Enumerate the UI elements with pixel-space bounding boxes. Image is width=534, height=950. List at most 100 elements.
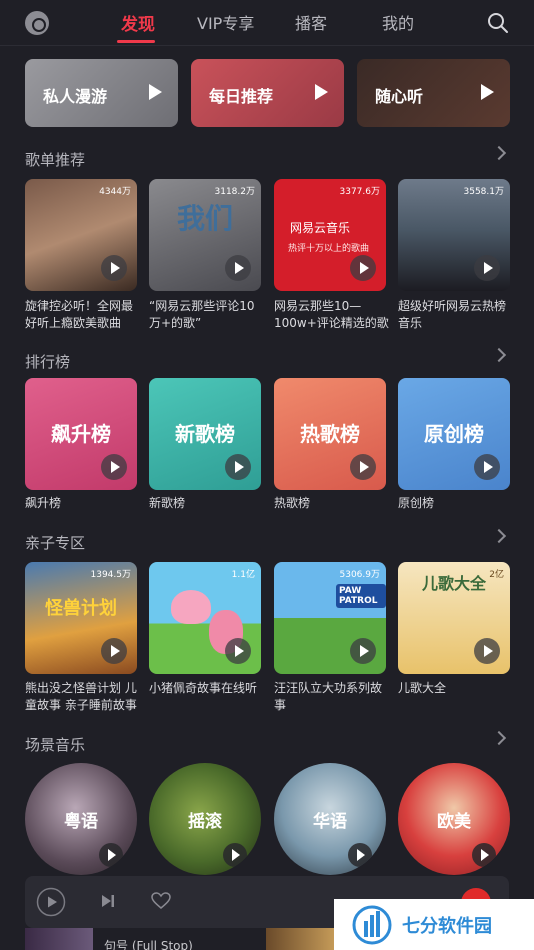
playlist-card[interactable]: 3558.1万 xyxy=(398,179,510,291)
watermark-logo-icon xyxy=(352,905,392,945)
search-icon[interactable] xyxy=(486,11,510,35)
tab-mine[interactable]: 我的 xyxy=(382,10,414,34)
watermark: 七分软件园 xyxy=(334,899,534,950)
random-listen-button[interactable]: 随心听 xyxy=(357,59,510,127)
chart-caption[interactable]: 新歌榜 xyxy=(149,495,265,512)
section-title-kids: 亲子专区 xyxy=(25,534,86,552)
next-track-icon[interactable] xyxy=(99,892,117,910)
play-count: 3118.2万 xyxy=(214,187,256,197)
section-title-charts: 排行榜 xyxy=(25,353,71,371)
cover-text: 原创榜 xyxy=(424,422,484,446)
play-icon[interactable] xyxy=(350,454,376,480)
top-bar: 发现 VIP专享 播客 我的 xyxy=(0,0,534,46)
scene-western[interactable]: 欧美 xyxy=(398,763,510,875)
scene-label: 粤语 xyxy=(64,812,98,832)
play-count: 5306.9万 xyxy=(339,570,381,580)
heart-icon[interactable] xyxy=(151,892,171,910)
cover-text: 热歌榜 xyxy=(300,422,360,446)
scene-chinese[interactable]: 华语 xyxy=(274,763,386,875)
cover-brand: 网易云音乐 xyxy=(290,221,351,235)
quick-label: 私人漫游 xyxy=(43,87,108,106)
section-title-scene: 场景音乐 xyxy=(25,736,86,754)
cover-text: PAW PATROL xyxy=(336,584,386,608)
scene-label: 摇滚 xyxy=(188,812,222,832)
daily-recommend-button[interactable]: 每日推荐 xyxy=(191,59,344,127)
watermark-text: 七分软件园 xyxy=(402,916,492,937)
tab-podcast[interactable]: 播客 xyxy=(295,10,327,34)
scene-cantonese[interactable]: 粤语 xyxy=(25,763,137,875)
chart-card-original[interactable]: 原创榜 xyxy=(398,378,510,490)
play-icon[interactable] xyxy=(99,843,123,867)
kids-card[interactable]: 1.1亿 xyxy=(149,562,261,674)
tab-discover[interactable]: 发现 xyxy=(121,10,155,35)
chart-card-new[interactable]: 新歌榜 xyxy=(149,378,261,490)
play-icon[interactable] xyxy=(350,255,376,281)
chart-card-hot[interactable]: 热歌榜 xyxy=(274,378,386,490)
active-tab-indicator xyxy=(117,40,155,43)
chevron-right-icon[interactable] xyxy=(491,145,507,161)
app-logo-icon[interactable] xyxy=(25,11,49,35)
cover-text: 怪兽计划 xyxy=(45,598,117,619)
cover-text: 飙升榜 xyxy=(51,422,111,446)
play-icon[interactable] xyxy=(474,454,500,480)
chevron-right-icon[interactable] xyxy=(491,730,507,746)
kids-caption[interactable]: 汪汪队立大功系列故事 xyxy=(274,680,390,714)
mini-cover[interactable] xyxy=(25,928,93,950)
playlist-card[interactable]: 3118.2万 我们 xyxy=(149,179,261,291)
play-count: 3558.1万 xyxy=(463,187,505,197)
playlist-caption[interactable]: 旋律控必听！全网最好听上瘾欧美歌曲 xyxy=(25,298,141,332)
playlist-card[interactable]: 4344万 xyxy=(25,179,137,291)
play-icon[interactable] xyxy=(101,638,127,664)
play-icon[interactable] xyxy=(101,454,127,480)
play-icon xyxy=(149,84,162,100)
scene-label: 华语 xyxy=(313,812,347,832)
pig-illustration xyxy=(171,590,211,624)
play-icon xyxy=(315,84,328,100)
play-count: 1.1亿 xyxy=(231,570,255,580)
chart-caption[interactable]: 飙升榜 xyxy=(25,495,141,512)
play-icon[interactable] xyxy=(225,638,251,664)
kids-card[interactable]: 2亿 儿歌大全 xyxy=(398,562,510,674)
play-icon[interactable] xyxy=(223,843,247,867)
section-title-playlists: 歌单推荐 xyxy=(25,151,86,169)
quick-label: 随心听 xyxy=(375,87,424,106)
chart-card-soaring[interactable]: 飙升榜 xyxy=(25,378,137,490)
playlist-caption[interactable]: 网易云那些10—100w+评论精选的歌 xyxy=(274,298,390,332)
chevron-right-icon[interactable] xyxy=(491,347,507,363)
kids-card[interactable]: 5306.9万 PAW PATROL xyxy=(274,562,386,674)
kids-caption[interactable]: 小猪佩奇故事在线听 xyxy=(149,680,265,697)
play-icon[interactable] xyxy=(472,843,496,867)
scene-label: 欧美 xyxy=(437,812,471,832)
play-icon[interactable] xyxy=(36,887,66,917)
cover-text: 我们 xyxy=(176,202,233,235)
chart-caption[interactable]: 原创榜 xyxy=(398,495,514,512)
mini-cover[interactable] xyxy=(266,928,334,950)
kids-card[interactable]: 1394.5万 怪兽计划 xyxy=(25,562,137,674)
chevron-right-icon[interactable] xyxy=(491,528,507,544)
play-icon[interactable] xyxy=(348,843,372,867)
quick-label: 每日推荐 xyxy=(209,87,274,106)
scene-rock[interactable]: 摇滚 xyxy=(149,763,261,875)
kids-caption[interactable]: 儿歌大全 xyxy=(398,680,514,697)
play-count: 1394.5万 xyxy=(90,570,132,580)
private-roam-button[interactable]: 私人漫游 xyxy=(25,59,178,127)
play-icon[interactable] xyxy=(474,638,500,664)
cover-text: 新歌榜 xyxy=(175,422,235,446)
play-icon[interactable] xyxy=(350,638,376,664)
kids-caption[interactable]: 熊出没之怪兽计划 儿童故事 亲子睡前故事 xyxy=(25,680,141,714)
now-playing-title[interactable]: 句号 (Full Stop) xyxy=(104,937,193,950)
cover-subtitle: 热评十万以上的歌曲 xyxy=(288,244,370,254)
playlist-caption[interactable]: 超级好听网易云热榜音乐 xyxy=(398,298,514,332)
playlist-caption[interactable]: “网易云那些评论10万+的歌” xyxy=(149,298,265,332)
play-icon[interactable] xyxy=(101,255,127,281)
play-icon[interactable] xyxy=(225,255,251,281)
tab-vip[interactable]: VIP专享 xyxy=(197,10,254,34)
play-icon xyxy=(481,84,494,100)
playlist-card[interactable]: 3377.6万 网易云音乐 热评十万以上的歌曲 xyxy=(274,179,386,291)
play-icon[interactable] xyxy=(225,454,251,480)
cover-text: 儿歌大全 xyxy=(421,574,486,593)
play-count: 3377.6万 xyxy=(339,187,381,197)
play-count: 4344万 xyxy=(99,187,131,197)
play-icon[interactable] xyxy=(474,255,500,281)
chart-caption[interactable]: 热歌榜 xyxy=(274,495,390,512)
